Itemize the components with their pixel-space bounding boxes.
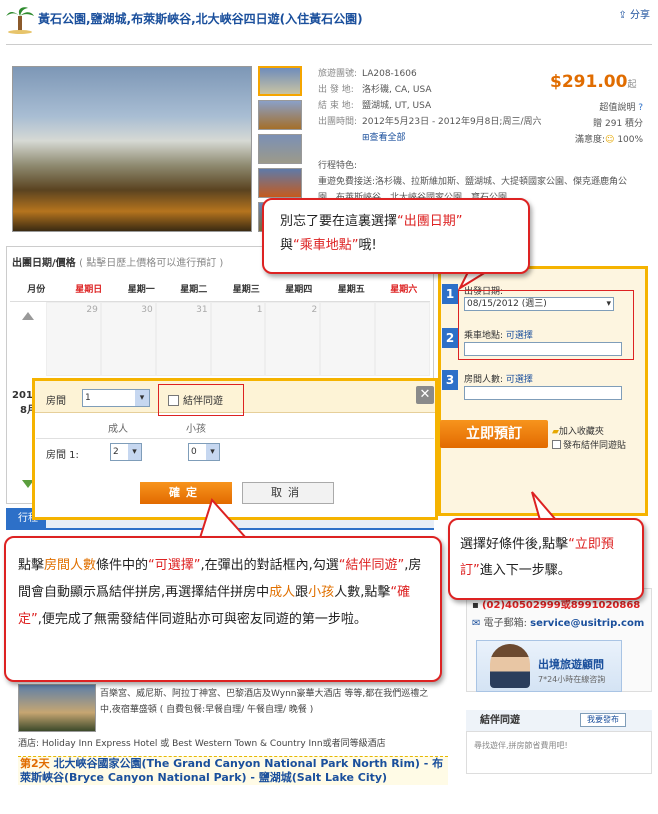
callout-pointers: [198, 271, 559, 539]
callout-book: 選擇好條件後,點擊“立即預訂”進入下一步驟。: [448, 518, 644, 600]
callout-room: 點擊房間人數條件中的“可選擇”,在彈出的對話框內,勾選“結伴同遊”,房間會自動顯…: [4, 536, 442, 682]
callout-date-pickup: 別忘了要在這裏選擇“出團日期” 與“乘車地點”哦!: [262, 198, 530, 274]
